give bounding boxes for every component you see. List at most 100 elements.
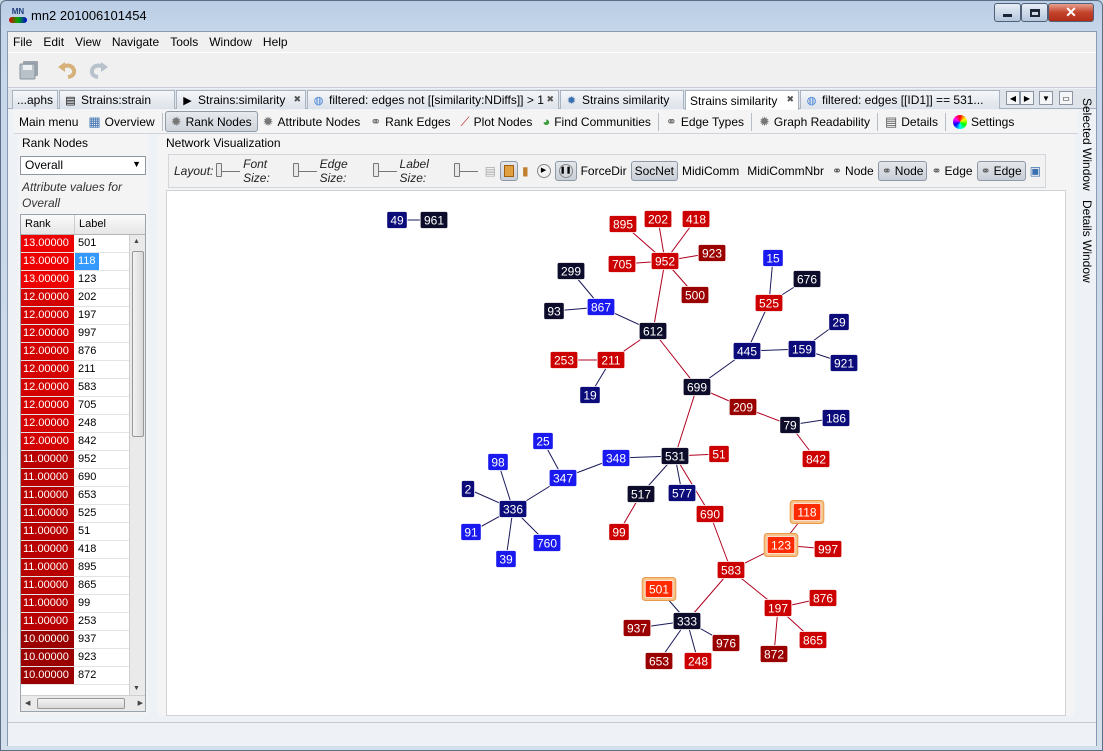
graph-node-961[interactable]: 961 bbox=[419, 211, 449, 229]
socnet-button[interactable]: SocNet bbox=[630, 161, 678, 181]
graph-node-690[interactable]: 690 bbox=[695, 505, 725, 523]
graph-node-577[interactable]: 577 bbox=[667, 484, 697, 502]
table-row[interactable]: 11.00000 51 bbox=[21, 523, 129, 541]
column-header-rank[interactable]: Rank bbox=[21, 215, 75, 234]
graph-node-98[interactable]: 98 bbox=[487, 453, 509, 471]
tab-maximize-icon[interactable]: ▭ bbox=[1059, 91, 1073, 105]
graph-node-123[interactable]: 123 bbox=[763, 533, 799, 557]
graph-node-923[interactable]: 923 bbox=[697, 244, 727, 262]
table-row[interactable]: 13.00000 501 bbox=[21, 235, 129, 253]
details-window-tab[interactable]: Details Window bbox=[1080, 200, 1094, 283]
scroll-left-icon[interactable]: ◀ bbox=[25, 699, 30, 707]
graph-node-39[interactable]: 39 bbox=[495, 550, 517, 568]
graph-node-29[interactable]: 29 bbox=[828, 313, 850, 331]
graph-node-760[interactable]: 760 bbox=[532, 534, 562, 552]
menu-navigate[interactable]: Navigate bbox=[107, 35, 165, 49]
tab-close-icon[interactable]: ✖ bbox=[546, 94, 554, 105]
graph-edge[interactable] bbox=[652, 260, 666, 332]
graph-node-842[interactable]: 842 bbox=[801, 450, 831, 468]
graph-node-705[interactable]: 705 bbox=[607, 255, 637, 273]
pause-button[interactable]: ❚❚ bbox=[554, 161, 577, 181]
graph-node-209[interactable]: 209 bbox=[728, 398, 758, 416]
edge-style-button[interactable]: ⚭ Edge bbox=[976, 161, 1026, 181]
attribute-dropdown[interactable]: Overall ▼ bbox=[20, 156, 146, 175]
table-row[interactable]: 12.00000 705 bbox=[21, 397, 129, 415]
graph-node-418[interactable]: 418 bbox=[681, 210, 711, 228]
table-row[interactable]: 11.00000 653 bbox=[21, 487, 129, 505]
graph-node-348[interactable]: 348 bbox=[601, 449, 631, 467]
node-link-button[interactable]: ⚭ Node bbox=[828, 161, 878, 181]
tab-filtered-edges-id1[interactable]: ◍ filtered: edges [[ID1]] == 531... bbox=[800, 90, 1000, 109]
graph-node-865[interactable]: 865 bbox=[798, 631, 828, 649]
minimize-button[interactable] bbox=[994, 3, 1021, 22]
save-all-icon[interactable] bbox=[16, 58, 42, 82]
plot-nodes-button[interactable]: ⟋ Plot Nodes bbox=[456, 111, 538, 132]
attribute-nodes-button[interactable]: ✹ Attribute Nodes bbox=[258, 111, 366, 132]
tab-strains-similarity-gear[interactable]: ✹ Strains similarity bbox=[560, 90, 684, 109]
settings-button[interactable]: Settings bbox=[948, 111, 1019, 132]
midicommnbr-button[interactable]: MidiCommNbr bbox=[743, 161, 828, 181]
graph-node-49[interactable]: 49 bbox=[386, 211, 408, 229]
graph-node-699[interactable]: 699 bbox=[682, 378, 712, 396]
scrollbar-thumb[interactable] bbox=[37, 698, 125, 709]
graph-node-612[interactable]: 612 bbox=[638, 322, 668, 340]
table-row[interactable]: 11.00000 99 bbox=[21, 595, 129, 613]
table-row[interactable]: 11.00000 865 bbox=[21, 577, 129, 595]
graph-node-99[interactable]: 99 bbox=[608, 523, 630, 541]
graph-node-336[interactable]: 336 bbox=[498, 500, 528, 518]
table-row[interactable]: 11.00000 253 bbox=[21, 613, 129, 631]
layers-icon[interactable]: ▮ bbox=[518, 161, 533, 181]
graph-node-253[interactable]: 253 bbox=[549, 351, 579, 369]
table-row[interactable]: 12.00000 997 bbox=[21, 325, 129, 343]
tab-scroll-left-icon[interactable]: ◀ bbox=[1006, 91, 1020, 105]
graph-node-500[interactable]: 500 bbox=[680, 286, 710, 304]
graph-node-921[interactable]: 921 bbox=[829, 354, 859, 372]
redo-icon[interactable] bbox=[86, 58, 112, 82]
graph-node-872[interactable]: 872 bbox=[759, 645, 789, 663]
tab-close-icon[interactable]: ✖ bbox=[786, 94, 794, 105]
table-row[interactable]: 12.00000 876 bbox=[21, 343, 129, 361]
table-row[interactable]: 11.00000 895 bbox=[21, 559, 129, 577]
table-row[interactable]: 12.00000 842 bbox=[21, 433, 129, 451]
node-style-button[interactable]: ⚭ Node bbox=[877, 161, 928, 181]
graph-node-186[interactable]: 186 bbox=[821, 409, 851, 427]
graph-node-997[interactable]: 997 bbox=[813, 540, 843, 558]
graph-node-952[interactable]: 952 bbox=[650, 252, 680, 270]
graph-node-525[interactable]: 525 bbox=[754, 294, 784, 312]
table-row[interactable]: 11.00000 418 bbox=[21, 541, 129, 559]
graph-node-531[interactable]: 531 bbox=[660, 447, 690, 465]
layout-slider[interactable] bbox=[216, 162, 241, 180]
graph-node-118[interactable]: 118 bbox=[789, 500, 825, 524]
graph-node-93[interactable]: 93 bbox=[543, 302, 565, 320]
maximize-button[interactable] bbox=[1021, 3, 1048, 22]
graph-node-2[interactable]: 2 bbox=[460, 480, 475, 498]
table-row[interactable]: 12.00000 211 bbox=[21, 361, 129, 379]
document-icon[interactable]: ▤ bbox=[481, 161, 500, 181]
tab-strains-strain[interactable]: ▤ Strains:strain bbox=[59, 90, 175, 109]
rank-nodes-button[interactable]: ✹ Rank Nodes bbox=[164, 111, 258, 132]
close-button[interactable]: ✕ bbox=[1048, 3, 1094, 22]
table-row[interactable]: 12.00000 202 bbox=[21, 289, 129, 307]
tab-scroll-right-icon[interactable]: ▶ bbox=[1020, 91, 1034, 105]
table-row[interactable]: 13.00000 118 bbox=[21, 253, 129, 271]
menu-tools[interactable]: Tools bbox=[165, 35, 204, 49]
export-icon[interactable]: ▣ bbox=[1026, 161, 1045, 181]
tab-close-icon[interactable]: ✖ bbox=[293, 94, 301, 105]
find-communities-button[interactable]: ◕ Find Communities bbox=[537, 111, 656, 132]
edge-types-button[interactable]: ⚭ Edge Types bbox=[661, 111, 749, 132]
scroll-right-icon[interactable]: ▶ bbox=[138, 699, 143, 707]
tab-graphs[interactable]: ...aphs bbox=[12, 90, 58, 109]
details-button[interactable]: ▤ Details bbox=[880, 111, 943, 132]
graph-node-501[interactable]: 501 bbox=[641, 577, 677, 601]
graph-node-517[interactable]: 517 bbox=[626, 485, 656, 503]
vertical-scrollbar[interactable]: ▲ ▼ bbox=[129, 235, 145, 695]
network-graph-canvas[interactable]: 49 961 895 202 418 705 952 923 500 299 867 93 612 253… bbox=[166, 190, 1066, 716]
graph-node-211[interactable]: 211 bbox=[596, 351, 626, 369]
graph-node-79[interactable]: 79 bbox=[779, 416, 801, 434]
table-row[interactable]: 12.00000 197 bbox=[21, 307, 129, 325]
table-row[interactable]: 10.00000 923 bbox=[21, 649, 129, 667]
scrollbar-thumb[interactable] bbox=[132, 251, 144, 437]
table-row[interactable]: 12.00000 248 bbox=[21, 415, 129, 433]
graph-node-159[interactable]: 159 bbox=[787, 340, 817, 358]
edge-link-button[interactable]: ⚭ Edge bbox=[927, 161, 976, 181]
